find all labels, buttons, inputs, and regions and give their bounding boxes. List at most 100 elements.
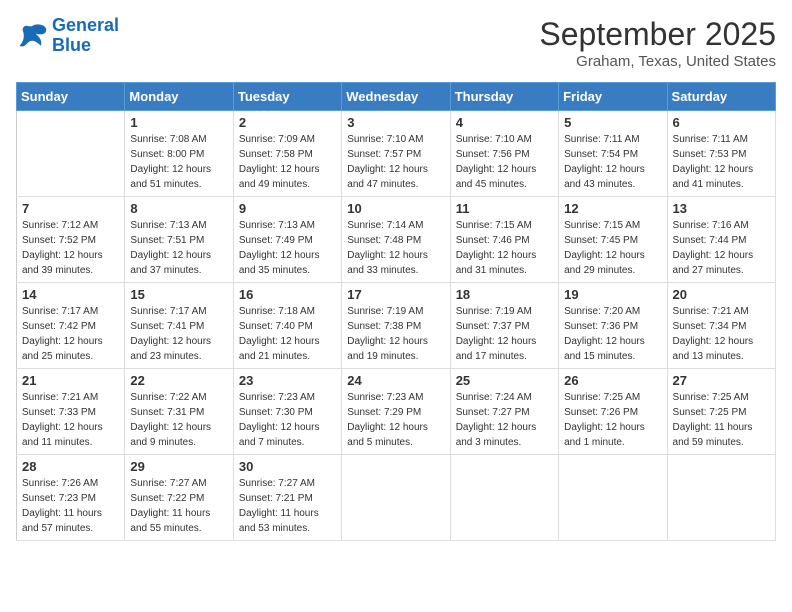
- calendar-cell: [17, 111, 125, 197]
- day-number: 12: [564, 201, 661, 216]
- day-info: Sunrise: 7:15 AMSunset: 7:45 PMDaylight:…: [564, 218, 661, 278]
- calendar-cell: 10Sunrise: 7:14 AMSunset: 7:48 PMDayligh…: [342, 197, 450, 283]
- calendar-cell: 4 Sunrise: 7:10 AMSunset: 7:56 PMDaylight…: [450, 111, 558, 197]
- day-number: 7: [22, 201, 119, 216]
- weekday-header: Saturday: [667, 83, 775, 111]
- logo-icon: [16, 22, 48, 50]
- day-info: Sunrise: 7:24 AMSunset: 7:27 PMDaylight:…: [456, 390, 553, 450]
- day-number: 15: [130, 287, 227, 302]
- day-number: 8: [130, 201, 227, 216]
- day-info: Sunrise: 7:14 AMSunset: 7:48 PMDaylight:…: [347, 218, 444, 278]
- day-number: 9: [239, 201, 336, 216]
- day-info: Sunrise: 7:21 AMSunset: 7:34 PMDaylight:…: [673, 304, 770, 364]
- day-number: 29: [130, 459, 227, 474]
- calendar-cell: 27 Sunrise: 7:25 AMSunset: 7:25 PMDayligh…: [667, 369, 775, 455]
- calendar-week-row: 1 Sunrise: 7:08 AMSunset: 8:00 PMDaylight…: [17, 111, 776, 197]
- logo: General Blue: [16, 16, 119, 56]
- day-number: 23: [239, 373, 336, 388]
- day-number: 4: [456, 115, 553, 130]
- day-info: Sunrise: 7:27 AMSunset: 7:22 PMDaylight:…: [130, 476, 227, 536]
- day-info: Sunrise: 7:25 AMSunset: 7:26 PMDaylight:…: [564, 390, 661, 450]
- weekday-header: Thursday: [450, 83, 558, 111]
- calendar-cell: 30 Sunrise: 7:27 AMSunset: 7:21 PMDayligh…: [233, 455, 341, 541]
- day-number: 5: [564, 115, 661, 130]
- day-number: 22: [130, 373, 227, 388]
- calendar-cell: 9 Sunrise: 7:13 AMSunset: 7:49 PMDaylight…: [233, 197, 341, 283]
- calendar-cell: 7 Sunrise: 7:12 AMSunset: 7:52 PMDaylight…: [17, 197, 125, 283]
- calendar-cell: 25 Sunrise: 7:24 AMSunset: 7:27 PMDayligh…: [450, 369, 558, 455]
- day-info: Sunrise: 7:23 AMSunset: 7:29 PMDaylight:…: [347, 390, 444, 450]
- day-info: Sunrise: 7:22 AMSunset: 7:31 PMDaylight:…: [130, 390, 227, 450]
- calendar-cell: 13 Sunrise: 7:16 AMSunset: 7:44 PMDayligh…: [667, 197, 775, 283]
- calendar-cell: 22 Sunrise: 7:22 AMSunset: 7:31 PMDayligh…: [125, 369, 233, 455]
- calendar-cell: 1 Sunrise: 7:08 AMSunset: 8:00 PMDaylight…: [125, 111, 233, 197]
- day-info: Sunrise: 7:08 AMSunset: 8:00 PMDaylight:…: [130, 132, 227, 192]
- calendar-cell: 26 Sunrise: 7:25 AMSunset: 7:26 PMDayligh…: [559, 369, 667, 455]
- calendar-cell: 15 Sunrise: 7:17 AMSunset: 7:41 PMDayligh…: [125, 283, 233, 369]
- calendar-cell: 29 Sunrise: 7:27 AMSunset: 7:22 PMDayligh…: [125, 455, 233, 541]
- weekday-header: Sunday: [17, 83, 125, 111]
- day-info: Sunrise: 7:17 AMSunset: 7:41 PMDaylight:…: [130, 304, 227, 364]
- day-info: Sunrise: 7:18 AMSunset: 7:40 PMDaylight:…: [239, 304, 336, 364]
- logo-text: General Blue: [52, 16, 119, 56]
- day-info: Sunrise: 7:17 AMSunset: 7:42 PMDaylight:…: [22, 304, 119, 364]
- day-number: 30: [239, 459, 336, 474]
- location-subtitle: Graham, Texas, United States: [539, 53, 776, 70]
- header-row: SundayMondayTuesdayWednesdayThursdayFrid…: [17, 83, 776, 111]
- calendar-cell: 21Sunrise: 7:21 AMSunset: 7:33 PMDayligh…: [17, 369, 125, 455]
- day-info: Sunrise: 7:20 AMSunset: 7:36 PMDaylight:…: [564, 304, 661, 364]
- weekday-header: Friday: [559, 83, 667, 111]
- calendar-week-row: 21Sunrise: 7:21 AMSunset: 7:33 PMDayligh…: [17, 369, 776, 455]
- day-number: 11: [456, 201, 553, 216]
- day-info: Sunrise: 7:10 AMSunset: 7:57 PMDaylight:…: [347, 132, 444, 192]
- day-number: 6: [673, 115, 770, 130]
- calendar-cell: [342, 455, 450, 541]
- calendar-cell: 28Sunrise: 7:26 AMSunset: 7:23 PMDayligh…: [17, 455, 125, 541]
- day-info: Sunrise: 7:23 AMSunset: 7:30 PMDaylight:…: [239, 390, 336, 450]
- page-header: General Blue September 2025 Graham, Texa…: [16, 16, 776, 70]
- day-info: Sunrise: 7:13 AMSunset: 7:49 PMDaylight:…: [239, 218, 336, 278]
- day-info: Sunrise: 7:12 AMSunset: 7:52 PMDaylight:…: [22, 218, 119, 278]
- calendar-cell: 3Sunrise: 7:10 AMSunset: 7:57 PMDaylight…: [342, 111, 450, 197]
- day-info: Sunrise: 7:16 AMSunset: 7:44 PMDaylight:…: [673, 218, 770, 278]
- calendar-cell: 18 Sunrise: 7:19 AMSunset: 7:37 PMDayligh…: [450, 283, 558, 369]
- day-info: Sunrise: 7:19 AMSunset: 7:38 PMDaylight:…: [347, 304, 444, 364]
- day-number: 18: [456, 287, 553, 302]
- day-info: Sunrise: 7:13 AMSunset: 7:51 PMDaylight:…: [130, 218, 227, 278]
- day-number: 19: [564, 287, 661, 302]
- calendar-cell: 20 Sunrise: 7:21 AMSunset: 7:34 PMDayligh…: [667, 283, 775, 369]
- title-block: September 2025 Graham, Texas, United Sta…: [539, 16, 776, 70]
- day-info: Sunrise: 7:11 AMSunset: 7:54 PMDaylight:…: [564, 132, 661, 192]
- calendar-table: SundayMondayTuesdayWednesdayThursdayFrid…: [16, 82, 776, 541]
- day-number: 26: [564, 373, 661, 388]
- month-title: September 2025: [539, 16, 776, 53]
- calendar-week-row: 28Sunrise: 7:26 AMSunset: 7:23 PMDayligh…: [17, 455, 776, 541]
- weekday-header: Tuesday: [233, 83, 341, 111]
- calendar-cell: 11 Sunrise: 7:15 AMSunset: 7:46 PMDayligh…: [450, 197, 558, 283]
- calendar-cell: [450, 455, 558, 541]
- day-info: Sunrise: 7:10 AMSunset: 7:56 PMDaylight:…: [456, 132, 553, 192]
- calendar-cell: 14Sunrise: 7:17 AMSunset: 7:42 PMDayligh…: [17, 283, 125, 369]
- day-number: 27: [673, 373, 770, 388]
- day-info: Sunrise: 7:19 AMSunset: 7:37 PMDaylight:…: [456, 304, 553, 364]
- day-info: Sunrise: 7:15 AMSunset: 7:46 PMDaylight:…: [456, 218, 553, 278]
- calendar-cell: [667, 455, 775, 541]
- day-number: 24: [347, 373, 444, 388]
- calendar-cell: 24 Sunrise: 7:23 AMSunset: 7:29 PMDayligh…: [342, 369, 450, 455]
- calendar-cell: 23 Sunrise: 7:23 AMSunset: 7:30 PMDayligh…: [233, 369, 341, 455]
- day-number: 16: [239, 287, 336, 302]
- day-number: 20: [673, 287, 770, 302]
- day-number: 17: [347, 287, 444, 302]
- calendar-cell: 5 Sunrise: 7:11 AMSunset: 7:54 PMDaylight…: [559, 111, 667, 197]
- calendar-cell: [559, 455, 667, 541]
- calendar-week-row: 14Sunrise: 7:17 AMSunset: 7:42 PMDayligh…: [17, 283, 776, 369]
- day-info: Sunrise: 7:11 AMSunset: 7:53 PMDaylight:…: [673, 132, 770, 192]
- day-number: 1: [130, 115, 227, 130]
- calendar-cell: 8 Sunrise: 7:13 AMSunset: 7:51 PMDaylight…: [125, 197, 233, 283]
- day-info: Sunrise: 7:27 AMSunset: 7:21 PMDaylight:…: [239, 476, 336, 536]
- day-info: Sunrise: 7:09 AMSunset: 7:58 PMDaylight:…: [239, 132, 336, 192]
- calendar-cell: 6 Sunrise: 7:11 AMSunset: 7:53 PMDaylight…: [667, 111, 775, 197]
- day-number: 25: [456, 373, 553, 388]
- day-info: Sunrise: 7:25 AMSunset: 7:25 PMDaylight:…: [673, 390, 770, 450]
- day-number: 13: [673, 201, 770, 216]
